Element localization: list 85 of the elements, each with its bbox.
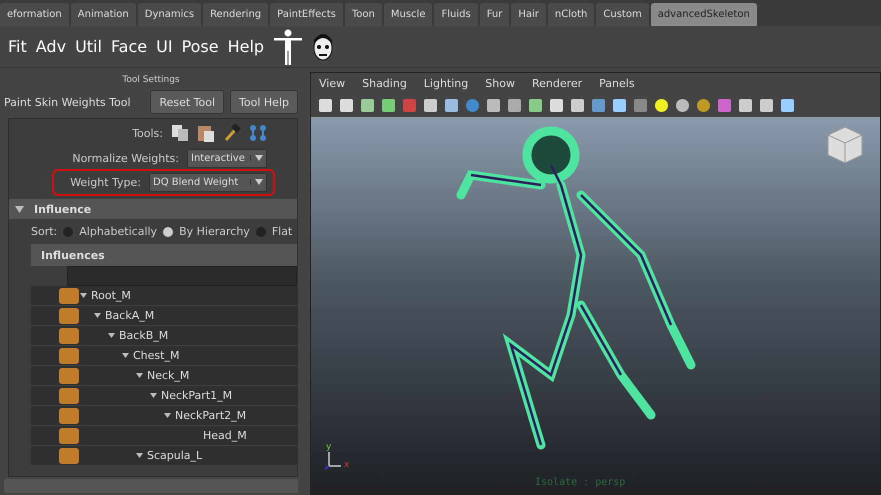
radio-label: Flat	[272, 225, 292, 238]
view-cube-icon[interactable]	[826, 125, 864, 165]
shelf-button[interactable]: Fit	[8, 37, 27, 56]
menu-item[interactable]: Panels	[599, 76, 635, 90]
tools-label: Tools:	[132, 126, 163, 140]
light-bulb-icon[interactable]	[653, 96, 670, 114]
shelf-button[interactable]: Adv	[36, 37, 66, 56]
tree-item[interactable]: BackA_M	[105, 309, 154, 322]
joint-connect-icon[interactable]	[249, 124, 267, 142]
expand-triangle-icon	[15, 206, 24, 212]
section-header[interactable]: Influence	[9, 199, 297, 219]
shelf-tab[interactable]: Fur	[480, 3, 510, 26]
list-heading: Influences	[31, 244, 297, 266]
tree-item[interactable]: Neck_M	[147, 369, 190, 382]
radio-button[interactable]	[163, 226, 174, 236]
tree-item[interactable]: Head_M	[203, 429, 247, 442]
shelf-tab[interactable]: eformation	[0, 3, 69, 26]
shelf-tab[interactable]: advancedSkeleton	[650, 3, 757, 26]
menu-item[interactable]: Renderer	[532, 76, 582, 90]
axis-label: y	[326, 442, 332, 452]
filter-field[interactable]	[67, 266, 297, 286]
radio-label: Alphabetically	[79, 225, 158, 238]
sort-label: Sort:	[31, 225, 58, 238]
color-swatch[interactable]	[59, 428, 79, 444]
expand-triangle-icon[interactable]	[80, 293, 87, 298]
shelf-tab[interactable]: Rendering	[203, 3, 268, 26]
tree-item[interactable]: NeckPart1_M	[161, 389, 232, 402]
color-swatch[interactable]	[59, 348, 79, 364]
color-swatch[interactable]	[59, 368, 79, 384]
dropdown[interactable]: DQ Blend Weight	[149, 172, 267, 192]
color-swatch[interactable]	[59, 388, 79, 404]
menu-item[interactable]: View	[319, 76, 346, 90]
menu-item[interactable]: Shading	[362, 76, 407, 90]
color-swatch[interactable]	[59, 408, 79, 424]
axis-label: x	[344, 460, 350, 470]
menu-item[interactable]: Show	[485, 76, 515, 90]
axis-indicator-icon	[323, 450, 343, 472]
camera-label: Isolate : persp	[535, 477, 626, 488]
t-pose-figure-icon[interactable]	[273, 28, 304, 64]
tree-item[interactable]: Chest_M	[133, 349, 180, 362]
shelf-button[interactable]: Util	[75, 37, 102, 56]
shelf-tab[interactable]: Dynamics	[138, 3, 202, 26]
shelf-tab[interactable]: nCloth	[548, 3, 594, 26]
radio-button[interactable]	[256, 226, 266, 236]
shelf-tab[interactable]: Custom	[596, 3, 649, 26]
tree-item[interactable]: Scapula_L	[147, 449, 202, 462]
tool-name: Paint Skin Weights Tool	[4, 96, 132, 108]
tree-item[interactable]: NeckPart2_M	[175, 409, 246, 422]
panel-title: Tool Settings	[122, 75, 180, 85]
field-label: Normalize Weights:	[72, 152, 179, 164]
shelf-button[interactable]: Pose	[182, 37, 219, 56]
tool-button[interactable]: Tool Help	[230, 90, 298, 114]
color-swatch[interactable]	[59, 328, 79, 344]
dropdown[interactable]: Interactive	[187, 148, 267, 168]
radio-button[interactable]	[63, 226, 74, 236]
shelf-button[interactable]: UI	[156, 37, 173, 56]
copy-weights-icon[interactable]	[171, 124, 189, 142]
shelf-tab[interactable]: PaintEffects	[270, 3, 343, 26]
expand-triangle-icon[interactable]	[150, 393, 157, 398]
expand-triangle-icon[interactable]	[94, 313, 101, 318]
color-swatch[interactable]	[59, 288, 79, 304]
expand-triangle-icon[interactable]	[136, 453, 143, 458]
expand-triangle-icon[interactable]	[136, 373, 143, 378]
tree-item[interactable]: BackB_M	[119, 329, 168, 342]
shelf-tab[interactable]: Animation	[70, 3, 136, 26]
shelf-tab[interactable]: Muscle	[384, 3, 432, 26]
expand-triangle-icon[interactable]	[122, 353, 129, 358]
menu-item[interactable]: Lighting	[424, 76, 468, 90]
tree-item[interactable]: Root_M	[91, 289, 131, 302]
shelf-button[interactable]: Help	[228, 37, 264, 56]
color-swatch[interactable]	[59, 308, 79, 324]
paste-weights-icon[interactable]	[197, 124, 215, 142]
field-label: Weight Type:	[70, 176, 141, 188]
tool-button[interactable]: Reset Tool	[150, 90, 224, 114]
cartoon-head-icon[interactable]	[312, 32, 334, 62]
expand-triangle-icon[interactable]	[164, 413, 171, 418]
shelf-tab[interactable]: Fluids	[434, 3, 478, 26]
dropdown-arrow-icon	[254, 179, 262, 185]
radio-label: By Hierarchy	[179, 225, 250, 238]
shelf-tab[interactable]: Toon	[344, 3, 382, 26]
shelf-button[interactable]: Face	[110, 37, 148, 56]
dropdown-arrow-icon	[254, 155, 262, 161]
expand-triangle-icon[interactable]	[108, 333, 115, 338]
color-swatch[interactable]	[59, 448, 79, 464]
shelf-tab[interactable]: Hair	[511, 3, 546, 26]
